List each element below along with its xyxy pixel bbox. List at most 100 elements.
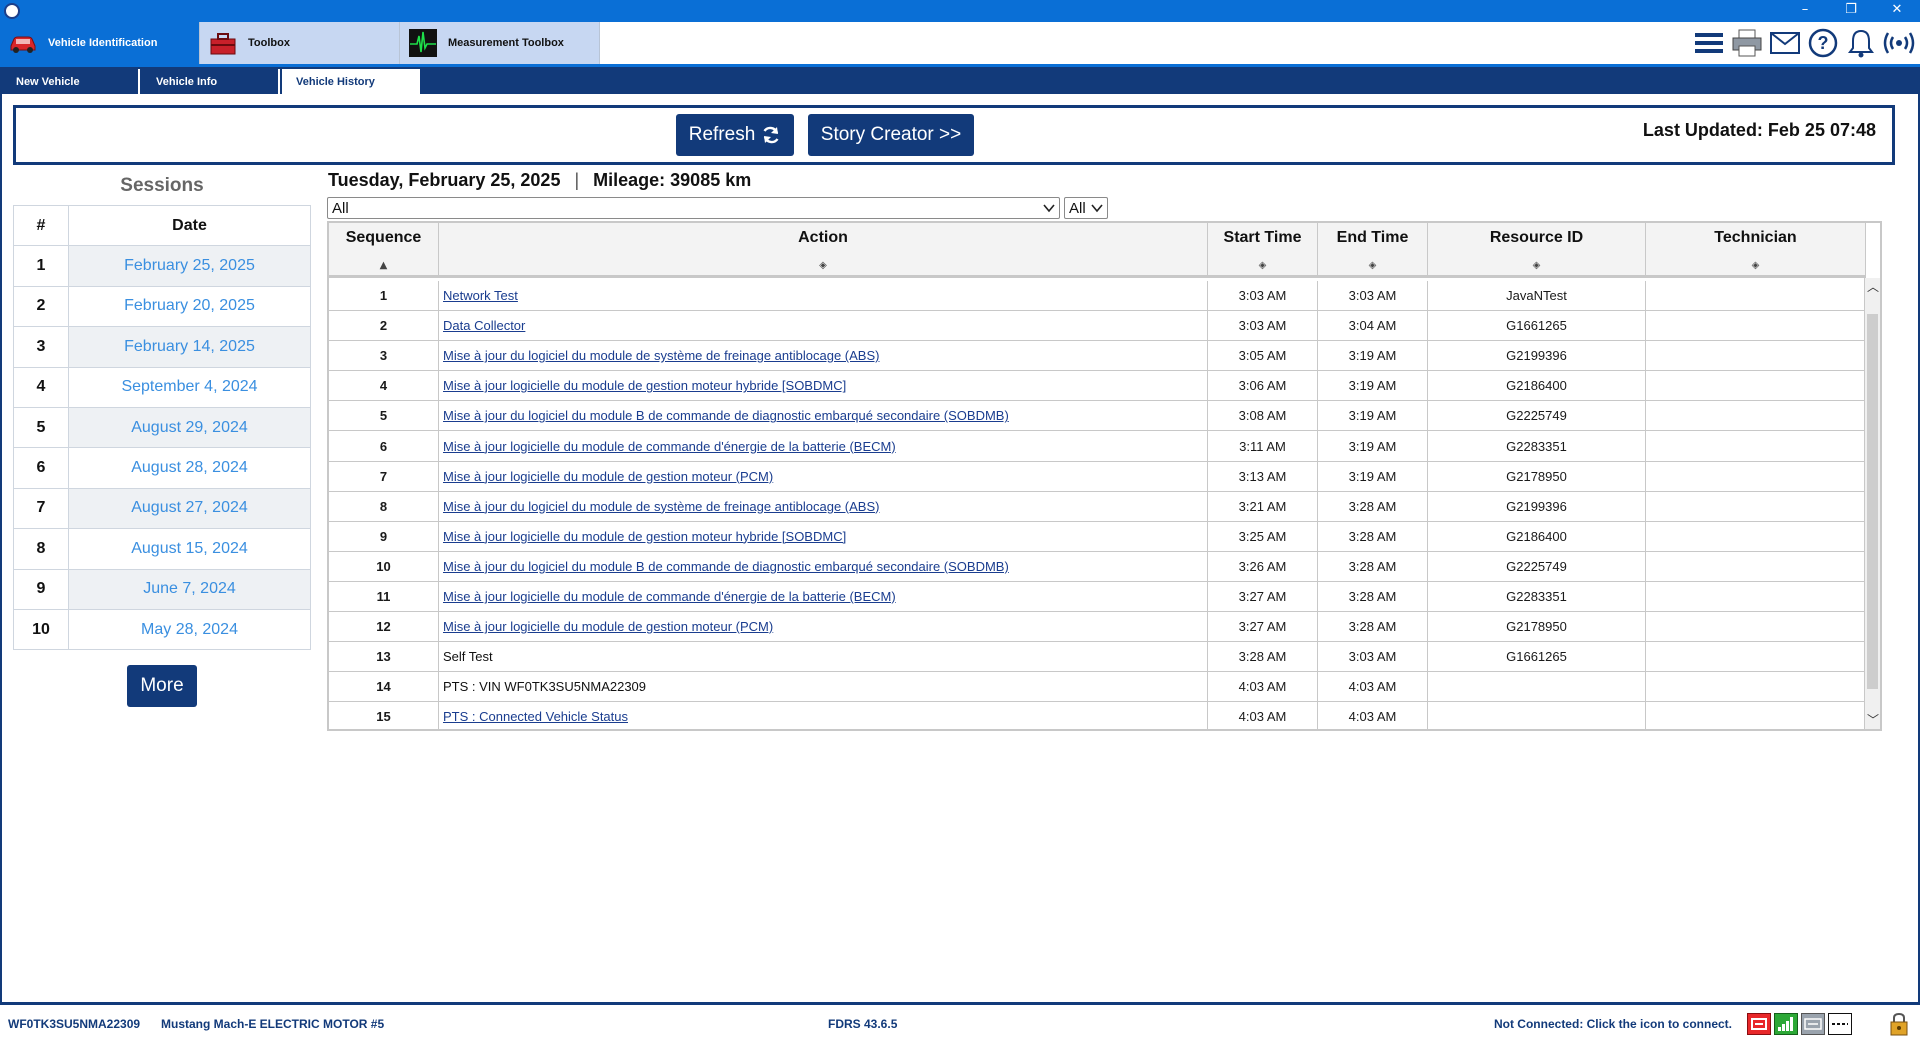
table-cell: 3:03 AM [1208,281,1318,311]
refresh-button[interactable]: Refresh [676,114,794,156]
table-row[interactable]: 7 Mise à jour logicielle du module de ges… [329,461,1866,492]
col-technician[interactable]: Technician ◈ [1646,223,1866,275]
tab-vehicle-info[interactable]: Vehicle Info [142,69,280,94]
session-date-link[interactable]: June 7, 2024 [68,568,311,610]
table-row[interactable]: 1 Network Test 3:03 AM 3:03 AM JavaNTest [329,281,1866,312]
secondary-filter-select[interactable]: All [1064,197,1108,219]
cable-icon[interactable] [1828,1013,1852,1035]
table-row[interactable]: 10 Mise à jour du logiciel du module B de… [329,551,1866,582]
story-creator-button[interactable]: Story Creator >> [808,114,974,156]
table-cell: 3:28 AM [1318,612,1428,642]
close-button[interactable]: ✕ [1874,0,1920,22]
action-filter-select[interactable]: All [327,197,1060,219]
action-link[interactable]: Network Test [443,288,518,303]
table-row[interactable]: 14 PTS : VIN WF0TK3SU5NMA22309 4:03 AM 4:03… [329,672,1866,703]
table-row[interactable]: 12 Mise à jour logicielle du module de ge… [329,612,1866,643]
session-row[interactable]: 9 June 7, 2024 [13,568,311,610]
help-icon[interactable]: ? [1806,26,1840,60]
table-row[interactable]: 9 Mise à jour logicielle du module de ges… [329,521,1866,552]
sort-icon[interactable]: ◈ [1752,260,1760,271]
session-row[interactable]: 7 August 27, 2024 [13,487,311,530]
table-row[interactable]: 6 Mise à jour logicielle du module de com… [329,431,1866,462]
printer-icon[interactable] [1730,26,1764,60]
action-link[interactable]: Mise à jour logicielle du module de gest… [443,529,846,544]
col-resource-id[interactable]: Resource ID ◈ [1428,223,1646,275]
session-date-link[interactable]: September 4, 2024 [68,366,311,408]
session-row[interactable]: 5 August 29, 2024 [13,406,311,449]
col-start-time[interactable]: Start Time ◈ [1208,223,1318,275]
signal-strength-icon[interactable] [1774,1013,1798,1035]
col-end-time[interactable]: End Time ◈ [1318,223,1428,275]
table-row[interactable]: 3 Mise à jour du logiciel du module de sy… [329,341,1866,372]
network-adapter-icon[interactable] [1801,1013,1825,1035]
bell-icon[interactable] [1844,26,1878,60]
menu-icon[interactable] [1692,26,1726,60]
session-date-link[interactable]: August 15, 2024 [68,528,311,570]
tab-measurement-toolbox[interactable]: Measurement Toolbox [400,22,600,64]
action-link[interactable]: PTS : Connected Vehicle Status [443,709,628,724]
tab-vehicle-history[interactable]: Vehicle History [282,69,420,94]
session-row[interactable]: 10 May 28, 2024 [13,608,311,651]
table-row[interactable]: 8 Mise à jour du logiciel du module de sy… [329,491,1866,522]
cell-end-time: 3:28 AM [1348,528,1397,544]
session-date-link[interactable]: August 27, 2024 [68,487,311,530]
vertical-scrollbar[interactable]: ︿ ﹀ [1864,278,1880,729]
action-link[interactable]: Mise à jour logicielle du module de gest… [443,469,773,484]
svg-text:?: ? [1818,33,1829,53]
action-link[interactable]: Data Collector [443,318,525,333]
table-row[interactable]: 4 Mise à jour logicielle du module de ges… [329,371,1866,402]
action-link[interactable]: Mise à jour logicielle du module de comm… [443,589,896,604]
table-cell: 6 [329,431,439,461]
more-button[interactable]: More [127,665,197,707]
scrollbar-thumb[interactable] [1867,314,1878,689]
tab-toolbox[interactable]: Toolbox [200,22,400,64]
session-date-link[interactable]: August 29, 2024 [68,406,311,449]
session-row[interactable]: 8 August 15, 2024 [13,528,311,570]
session-date-link[interactable]: February 14, 2025 [68,326,311,368]
table-row[interactable]: 15 PTS : Connected Vehicle Status 4:03 AM 4… [329,702,1866,729]
scroll-down-icon[interactable]: ﹀ [1865,711,1880,729]
mail-icon[interactable] [1768,26,1802,60]
action-link[interactable]: Mise à jour du logiciel du module de sys… [443,499,879,514]
table-row[interactable]: 11 Mise à jour logicielle du module de co… [329,581,1866,613]
session-date-link[interactable]: February 20, 2025 [68,285,311,328]
session-row[interactable]: 6 August 28, 2024 [13,447,311,489]
cell-start-time: 3:03 AM [1238,288,1287,304]
session-row[interactable]: 4 September 4, 2024 [13,366,311,408]
action-link[interactable]: Mise à jour du logiciel du module de sys… [443,348,879,363]
action-link[interactable]: Mise à jour du logiciel du module B de c… [443,408,1009,423]
session-date-link[interactable]: February 25, 2025 [68,245,311,287]
tab-new-vehicle[interactable]: New Vehicle [2,69,140,94]
session-date-link[interactable]: August 28, 2024 [68,447,311,489]
col-label: End Time [1336,229,1409,246]
table-row[interactable]: 13 Self Test 3:28 AM 3:03 AM G1661265 [329,642,1866,673]
sort-icon[interactable]: ◈ [819,260,827,271]
action-link[interactable]: Mise à jour du logiciel du module B de c… [443,559,1009,574]
session-row[interactable]: 2 February 20, 2025 [13,285,311,328]
col-action[interactable]: Action ◈ [439,223,1208,275]
vci-disconnected-icon[interactable] [1747,1013,1771,1035]
table-row[interactable]: 2 Data Collector 3:03 AM 3:04 AM G1661265 [329,311,1866,342]
minimize-button[interactable]: – [1782,0,1828,22]
sort-icon[interactable]: ◈ [1533,260,1541,271]
cell-end-time: 3:03 AM [1348,288,1397,304]
action-link[interactable]: Mise à jour logicielle du module de comm… [443,439,896,454]
scroll-up-icon[interactable]: ︿ [1865,278,1880,296]
table-row[interactable]: 5 Mise à jour du logiciel du module B de … [329,401,1866,432]
col-sequence[interactable]: Sequence ▲ [329,223,439,275]
tab-vehicle-identification[interactable]: Vehicle Identification [0,22,200,64]
table-cell: 11 [329,581,439,612]
sort-ascending-icon[interactable]: ▲ [380,260,388,271]
session-row[interactable]: 1 February 25, 2025 [13,245,311,287]
action-link[interactable]: Mise à jour logicielle du module de gest… [443,619,773,634]
tab-label: Vehicle Identification [48,37,158,49]
session-row[interactable]: 3 February 14, 2025 [13,326,311,368]
sort-icon[interactable]: ◈ [1369,260,1377,271]
table-cell: 3:28 AM [1318,491,1428,521]
lock-icon[interactable] [1888,1012,1910,1036]
action-link[interactable]: Mise à jour logicielle du module de gest… [443,378,846,393]
session-date-link[interactable]: May 28, 2024 [68,608,311,651]
broadcast-icon[interactable] [1882,26,1916,60]
sort-icon[interactable]: ◈ [1259,260,1267,271]
restore-button[interactable]: ❐ [1828,0,1874,22]
